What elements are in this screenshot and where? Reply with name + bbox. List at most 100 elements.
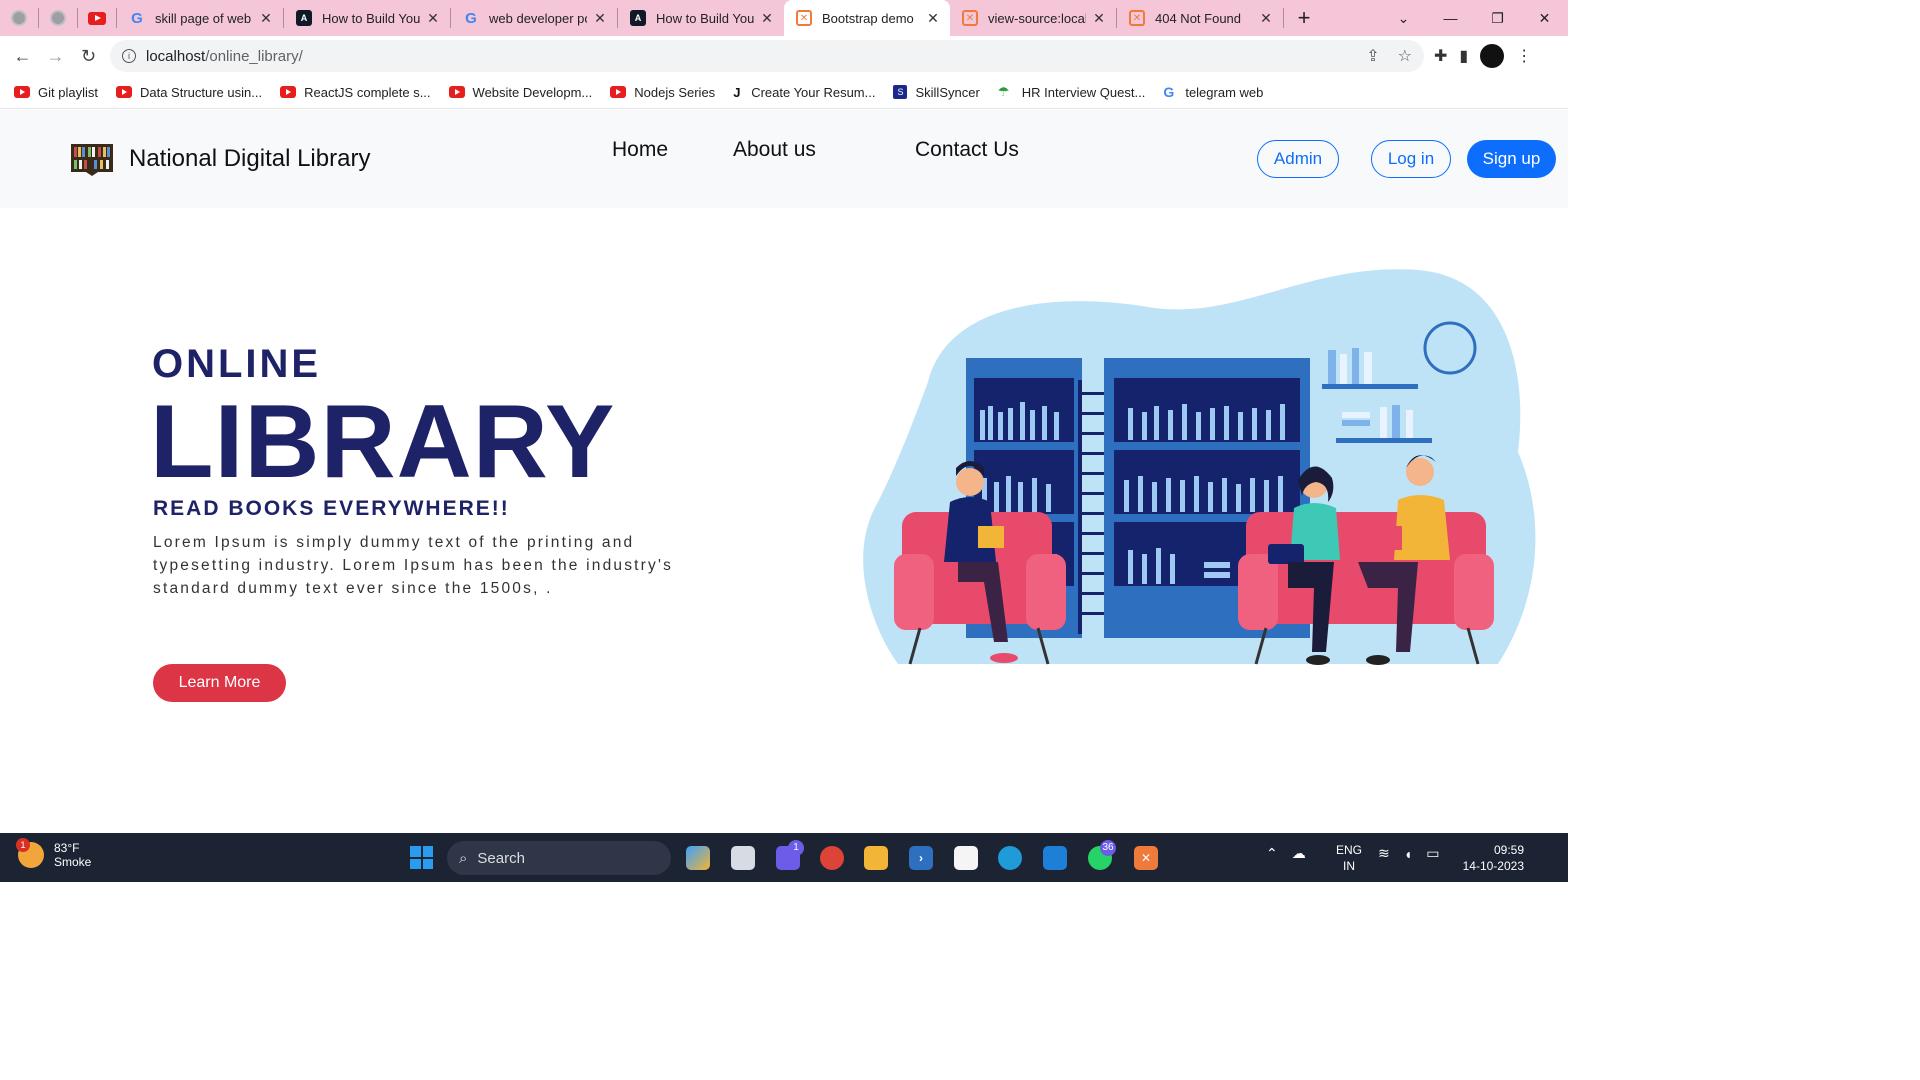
bookmark-item[interactable]: S SkillSyncer bbox=[893, 85, 980, 100]
login-button[interactable]: Log in bbox=[1371, 140, 1451, 178]
window-controls: ⌄ — ❐ ✕ bbox=[1380, 0, 1568, 36]
youtube-icon bbox=[115, 86, 132, 98]
store-icon[interactable] bbox=[954, 846, 978, 870]
share-icon[interactable]: ⇪ bbox=[1366, 46, 1379, 66]
bookmark-item[interactable]: Nodejs Series bbox=[610, 85, 715, 100]
restore-button[interactable]: ❐ bbox=[1474, 10, 1521, 27]
pinned-tab-youtube[interactable] bbox=[78, 0, 116, 36]
browser-tab[interactable]: A How to Build Your ✕ bbox=[284, 0, 450, 36]
bookmark-item[interactable]: Website Developm... bbox=[448, 85, 592, 100]
admin-button[interactable]: Admin bbox=[1257, 140, 1339, 178]
site-navbar: National Digital Library Home About us C… bbox=[0, 110, 1568, 208]
taskbar-search-label: Search bbox=[477, 849, 525, 867]
browser-tab-strip: G skill page of web ✕ A How to Build You… bbox=[0, 0, 1568, 36]
weather-widget[interactable]: 1 83°F Smoke bbox=[16, 838, 92, 869]
nav-about-link[interactable]: About us bbox=[733, 138, 816, 162]
bookmark-item[interactable]: J Create Your Resum... bbox=[733, 85, 875, 100]
reload-button[interactable]: ↻ bbox=[72, 46, 105, 67]
bookmark-star-icon[interactable]: ☆ bbox=[1398, 46, 1412, 66]
hero-description: Lorem Ipsum is simply dummy text of the … bbox=[153, 534, 674, 597]
speaker-icon[interactable]: ◖ bbox=[1404, 846, 1412, 862]
file-explorer-icon[interactable] bbox=[864, 846, 888, 870]
brand-link[interactable]: National Digital Library bbox=[70, 142, 370, 176]
chrome-icon[interactable] bbox=[820, 846, 844, 870]
nav-contact-link[interactable]: Contact Us bbox=[915, 138, 1019, 162]
chevron-up-icon[interactable]: ⌃ bbox=[1266, 845, 1278, 862]
browser-tab-active[interactable]: ✕ Bootstrap demo ✕ bbox=[784, 0, 950, 36]
app-icon: A bbox=[630, 10, 646, 26]
skillsyncer-icon: S bbox=[893, 85, 908, 99]
browser-tab[interactable]: ✕ view-source:locall ✕ bbox=[950, 0, 1116, 36]
task-view-icon[interactable] bbox=[731, 846, 755, 870]
nav-home-link[interactable]: Home bbox=[612, 138, 668, 162]
profile-avatar[interactable] bbox=[1480, 44, 1505, 68]
teams-badge: 1 bbox=[788, 840, 804, 856]
bookmark-item[interactable]: ☂ HR Interview Quest... bbox=[998, 84, 1146, 100]
site-info-icon[interactable]: i bbox=[122, 49, 136, 63]
xampp-icon: ✕ bbox=[796, 10, 812, 26]
youtube-icon bbox=[448, 86, 465, 98]
edge-icon[interactable] bbox=[998, 846, 1022, 870]
bookmarks-bar: Git playlist Data Structure usin... Reac… bbox=[0, 76, 1568, 109]
youtube-icon bbox=[88, 11, 106, 25]
google-icon: G bbox=[1163, 84, 1175, 100]
close-tab-icon[interactable]: ✕ bbox=[426, 10, 440, 27]
bookmark-item[interactable]: Git playlist bbox=[14, 85, 98, 100]
bookmark-item[interactable]: ReactJS complete s... bbox=[280, 85, 431, 100]
hero-eyebrow: ONLINE bbox=[152, 342, 322, 386]
close-tab-icon[interactable]: ✕ bbox=[259, 10, 273, 27]
vscode-icon[interactable] bbox=[1043, 846, 1067, 870]
new-tab-button[interactable]: + bbox=[1284, 5, 1324, 31]
google-icon: G bbox=[465, 9, 477, 27]
youtube-icon bbox=[610, 86, 627, 98]
learn-more-button[interactable]: Learn More bbox=[153, 664, 286, 702]
globe-icon bbox=[50, 10, 66, 26]
xampp-icon[interactable]: ✕ bbox=[1134, 846, 1158, 870]
weather-condition: Smoke bbox=[54, 855, 92, 869]
xampp-icon: ✕ bbox=[962, 10, 978, 26]
weather-temp: 83°F bbox=[54, 841, 80, 855]
back-button[interactable]: ← bbox=[6, 46, 39, 67]
side-panel-icon[interactable]: ▮ bbox=[1459, 46, 1468, 66]
forward-button[interactable]: → bbox=[39, 46, 72, 67]
browser-tools: ✚ ▮ ⋮ bbox=[1434, 44, 1532, 68]
pinned-tab-1[interactable] bbox=[0, 0, 38, 36]
bookmark-item[interactable]: Gtelegram web bbox=[1163, 84, 1263, 100]
close-window-button[interactable]: ✕ bbox=[1521, 10, 1568, 27]
powershell-icon[interactable]: › bbox=[909, 846, 933, 870]
copilot-icon[interactable] bbox=[686, 846, 710, 870]
language-indicator[interactable]: ENG IN bbox=[1336, 842, 1362, 874]
system-tray: ⌃ ☁ bbox=[1266, 845, 1306, 862]
browser-tab[interactable]: G web developer po ✕ bbox=[451, 0, 617, 36]
signup-button[interactable]: Sign up bbox=[1467, 140, 1556, 178]
close-tab-icon[interactable]: ✕ bbox=[593, 10, 607, 27]
bookmark-item[interactable]: Data Structure usin... bbox=[115, 85, 262, 100]
whatsapp-badge: 36 bbox=[1100, 840, 1116, 856]
browser-tab[interactable]: ✕ 404 Not Found ✕ bbox=[1117, 0, 1283, 36]
close-tab-icon[interactable]: ✕ bbox=[1092, 10, 1106, 27]
extensions-puzzle-icon[interactable]: ✚ bbox=[1434, 46, 1447, 66]
battery-icon[interactable]: ▭ bbox=[1426, 845, 1439, 862]
umbrella-icon: ☂ bbox=[997, 84, 1010, 99]
xampp-icon: ✕ bbox=[1129, 10, 1145, 26]
address-bar[interactable]: i localhost/online_library/ ⇪ ☆ bbox=[110, 40, 1424, 72]
close-tab-icon[interactable]: ✕ bbox=[1259, 10, 1273, 27]
pinned-tab-2[interactable] bbox=[39, 0, 77, 36]
close-tab-icon[interactable]: ✕ bbox=[760, 10, 774, 27]
hero-title: LIBRARY bbox=[150, 384, 616, 500]
wifi-icon[interactable]: ≋ bbox=[1378, 845, 1390, 862]
tab-search-chevron-icon[interactable]: ⌄ bbox=[1380, 10, 1427, 27]
close-tab-icon[interactable]: ✕ bbox=[926, 10, 940, 27]
start-button[interactable] bbox=[410, 846, 433, 869]
hero-subtitle: READ BOOKS EVERYWHERE!! bbox=[153, 497, 510, 520]
cloud-icon[interactable]: ☁ bbox=[1292, 845, 1306, 862]
browser-tab[interactable]: A How to Build Your ✕ bbox=[618, 0, 784, 36]
menu-kebab-icon[interactable]: ⋮ bbox=[1516, 46, 1532, 66]
minimize-button[interactable]: — bbox=[1427, 10, 1474, 26]
youtube-icon bbox=[14, 86, 30, 98]
search-icon: ⌕ bbox=[459, 849, 468, 867]
browser-toolbar: ← → ↻ i localhost/online_library/ ⇪ ☆ ✚ … bbox=[0, 36, 1568, 76]
browser-tab[interactable]: G skill page of web ✕ bbox=[117, 0, 283, 36]
taskbar-search[interactable]: ⌕ Search bbox=[447, 841, 671, 875]
taskbar-clock[interactable]: 09:59 14-10-2023 bbox=[1460, 842, 1524, 874]
